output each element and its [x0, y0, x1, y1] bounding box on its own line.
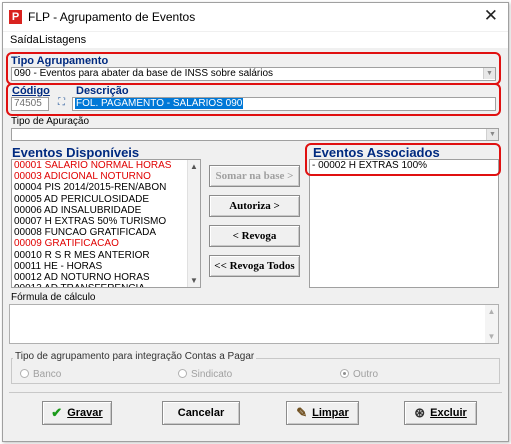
autoriza-button[interactable]: Autoriza >: [209, 195, 300, 217]
radio-selected-icon: [340, 369, 349, 378]
close-icon[interactable]: ✕: [484, 7, 498, 25]
menu-bar: Saída Listagens: [3, 32, 508, 48]
scrollbar[interactable]: ▲ ▼: [485, 305, 498, 343]
eventos-disponiveis-list[interactable]: 00001 SALARIO NORMAL HORAS 00003 ADICIONA…: [11, 159, 201, 288]
highlight-codigo-descricao: [6, 83, 501, 116]
formula-textarea[interactable]: ▲ ▼: [9, 304, 499, 344]
broom-icon: ✎: [296, 405, 308, 420]
radio-banco-label: Banco: [33, 369, 62, 380]
eventos-associados-list[interactable]: - 00002 H EXTRAS 100%: [309, 159, 499, 288]
limpar-button[interactable]: ✎ Limpar: [286, 401, 359, 425]
list-item[interactable]: 00004 PIS 2014/2015-REN/ABON: [12, 182, 200, 193]
list-item[interactable]: 00003 ADICIONAL NOTURNO: [12, 171, 200, 182]
gravar-button[interactable]: ✔ Gravar: [42, 401, 112, 425]
excluir-button[interactable]: ⊛ Excluir: [404, 401, 477, 425]
highlight-tipo-agrupamento: [6, 52, 501, 85]
highlight-eventos-associados: [305, 143, 501, 176]
scroll-up-icon[interactable]: ▲: [188, 162, 200, 171]
list-item[interactable]: 00008 FUNCAO GRATIFICADA: [12, 227, 200, 238]
app-icon: P: [9, 10, 22, 24]
limpar-label: Limpar: [312, 407, 349, 419]
radio-outro-label: Outro: [353, 369, 379, 380]
scroll-down-icon[interactable]: ▼: [188, 276, 200, 285]
divider: [9, 392, 502, 393]
menu-listagens[interactable]: Listagens: [39, 34, 86, 46]
radio-banco[interactable]: Banco: [20, 369, 61, 380]
list-item[interactable]: 00010 R S R MES ANTERIOR: [12, 250, 200, 261]
cancelar-label: Cancelar: [177, 407, 225, 419]
chevron-down-icon[interactable]: ▼: [486, 129, 498, 140]
gravar-label: Gravar: [67, 407, 103, 419]
excluir-label: Excluir: [430, 407, 467, 419]
list-item[interactable]: 00001 SALARIO NORMAL HORAS: [12, 160, 200, 171]
tipo-apuracao-select[interactable]: ▼: [11, 128, 499, 141]
window-title: FLP - Agrupamento de Eventos: [28, 10, 196, 24]
eventos-disponiveis-items: 00001 SALARIO NORMAL HORAS 00003 ADICIONA…: [12, 160, 200, 287]
integracao-legend: Tipo de agrupamento para integração Cont…: [13, 351, 257, 362]
list-item[interactable]: 00006 AD INSALUBRIDADE: [12, 205, 200, 216]
checkmark-icon: ✔: [51, 405, 63, 420]
list-item[interactable]: 00005 AD PERICULOSIDADE: [12, 194, 200, 205]
menu-saida[interactable]: Saída: [10, 34, 39, 46]
list-item[interactable]: 00012 AD NOTURNO HORAS: [12, 272, 200, 283]
radio-sindicato-label: Sindicato: [191, 369, 233, 380]
dialog-window: P FLP - Agrupamento de Eventos ✕ Saída L…: [2, 2, 509, 442]
list-item[interactable]: 00009 GRATIFICACAO: [12, 238, 200, 249]
revoga-todos-button[interactable]: << Revoga Todos: [209, 255, 300, 277]
radio-icon: [20, 369, 29, 378]
scroll-down-icon[interactable]: ▼: [485, 332, 498, 341]
list-item[interactable]: 00013 AD TRANSFERENCIA: [12, 283, 200, 287]
somar-na-base-button[interactable]: Somar na base >: [209, 165, 300, 187]
radio-sindicato[interactable]: Sindicato: [178, 369, 232, 380]
radio-icon: [178, 369, 187, 378]
cancelar-button[interactable]: Cancelar: [162, 401, 240, 425]
list-item[interactable]: 00007 H EXTRAS 50% TURISMO: [12, 216, 200, 227]
eventos-disponiveis-title: Eventos Disponíveis: [12, 145, 140, 160]
trash-icon: ⊛: [414, 405, 426, 420]
scroll-up-icon[interactable]: ▲: [485, 307, 498, 316]
scrollbar[interactable]: ▲ ▼: [187, 160, 200, 287]
revoga-button[interactable]: < Revoga: [209, 225, 300, 247]
tipo-apuracao-label: Tipo de Apuração: [11, 116, 90, 127]
formula-label: Fórmula de cálculo: [11, 292, 96, 303]
radio-outro[interactable]: Outro: [340, 369, 378, 380]
list-item[interactable]: 00011 HE - HORAS: [12, 261, 200, 272]
title-bar: P FLP - Agrupamento de Eventos ✕: [3, 3, 508, 31]
